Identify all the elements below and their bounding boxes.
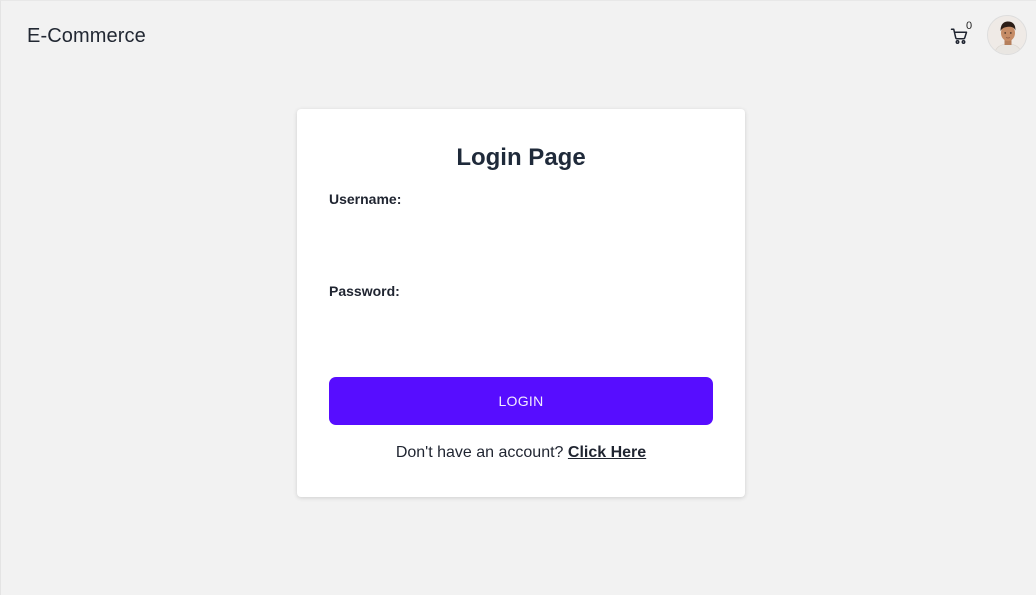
page-title: Login Page xyxy=(456,144,586,171)
user-avatar-icon xyxy=(988,16,1026,54)
brand-title[interactable]: E-Commerce xyxy=(27,25,146,48)
signup-prompt-text: Don't have an account? xyxy=(395,444,564,461)
username-input[interactable] xyxy=(329,213,713,253)
login-button[interactable]: LOGIN xyxy=(329,377,713,425)
top-navbar: E-Commerce 0 xyxy=(1,1,1036,73)
cart-button[interactable]: 0 xyxy=(948,20,974,49)
password-label: Password: xyxy=(329,283,400,299)
signup-link[interactable]: Click Here xyxy=(568,444,646,461)
username-label: Username: xyxy=(329,191,402,207)
login-card: Login Page Username: Password: LOGIN Don… xyxy=(297,109,745,497)
page: E-Commerce 0 Login Page Username: Passwo… xyxy=(0,0,1036,595)
signup-prompt: Don't have an account? Click Here xyxy=(297,444,745,462)
user-avatar[interactable] xyxy=(987,15,1027,55)
cart-count-badge: 0 xyxy=(966,20,973,32)
password-input[interactable] xyxy=(329,305,713,345)
